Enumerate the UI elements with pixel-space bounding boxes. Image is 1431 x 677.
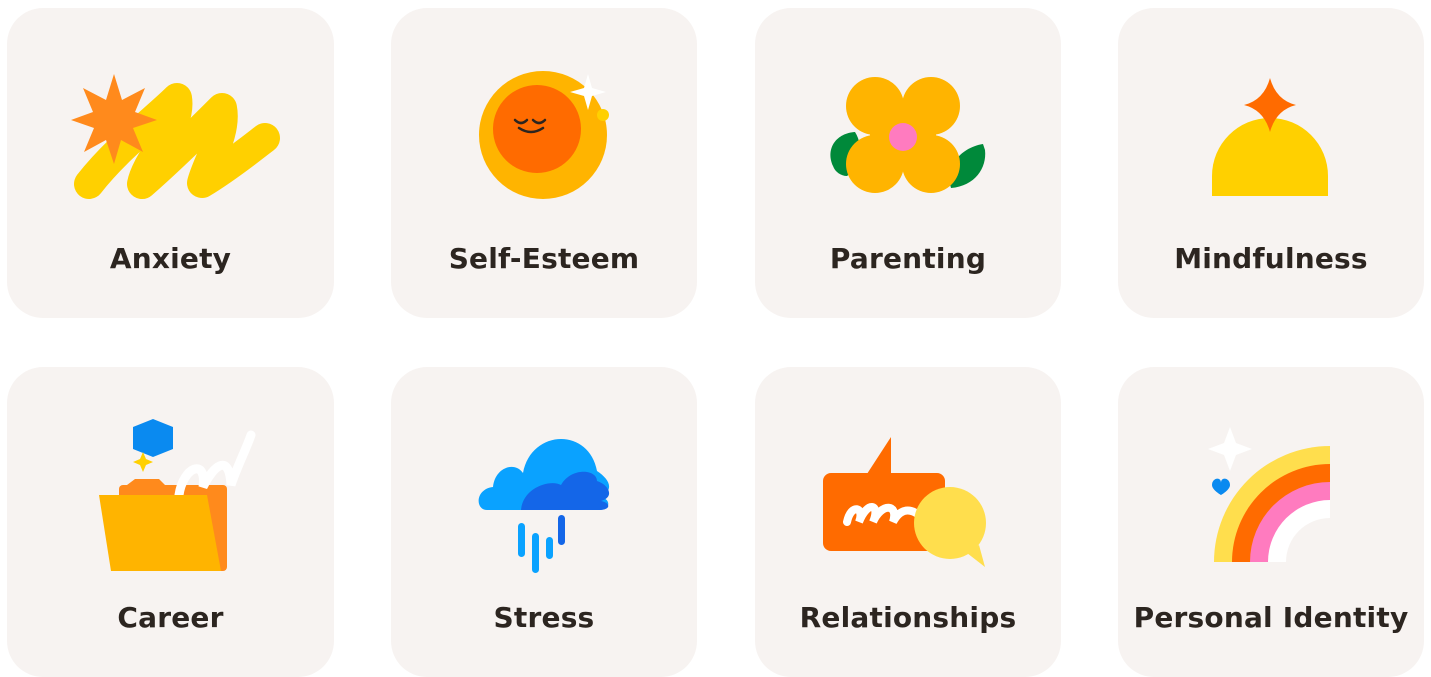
topic-card-relationships[interactable]: Relationships — [755, 367, 1061, 677]
topic-card-personal-identity[interactable]: Personal Identity — [1118, 367, 1424, 677]
topic-label: Mindfulness — [1174, 242, 1368, 275]
topic-card-anxiety[interactable]: Anxiety — [7, 8, 334, 318]
topic-label: Career — [117, 601, 224, 634]
topic-card-self-esteem[interactable]: Self-Esteem — [391, 8, 697, 318]
rain-cloud-icon — [478, 438, 610, 573]
topic-card-stress[interactable]: Stress — [391, 367, 697, 677]
topic-label: Stress — [493, 601, 595, 634]
topic-label: Self-Esteem — [448, 242, 640, 275]
speech-bubbles-icon — [823, 437, 986, 567]
folder-icon — [99, 419, 256, 571]
topic-label: Relationships — [799, 601, 1017, 634]
topic-label: Parenting — [829, 242, 987, 275]
topic-label: Anxiety — [109, 242, 232, 275]
dome-sparkle-icon — [1212, 78, 1328, 196]
topic-card-mindfulness[interactable]: Mindfulness — [1118, 8, 1424, 318]
smiling-sun-icon — [479, 71, 609, 199]
topic-card-career[interactable]: Career — [7, 367, 334, 677]
flower-icon — [830, 77, 986, 193]
topic-label: Personal Identity — [1133, 601, 1409, 634]
topic-card-parenting[interactable]: Parenting — [755, 8, 1061, 318]
scribble-starburst-icon — [71, 74, 280, 199]
rainbow-icon — [1208, 427, 1330, 562]
